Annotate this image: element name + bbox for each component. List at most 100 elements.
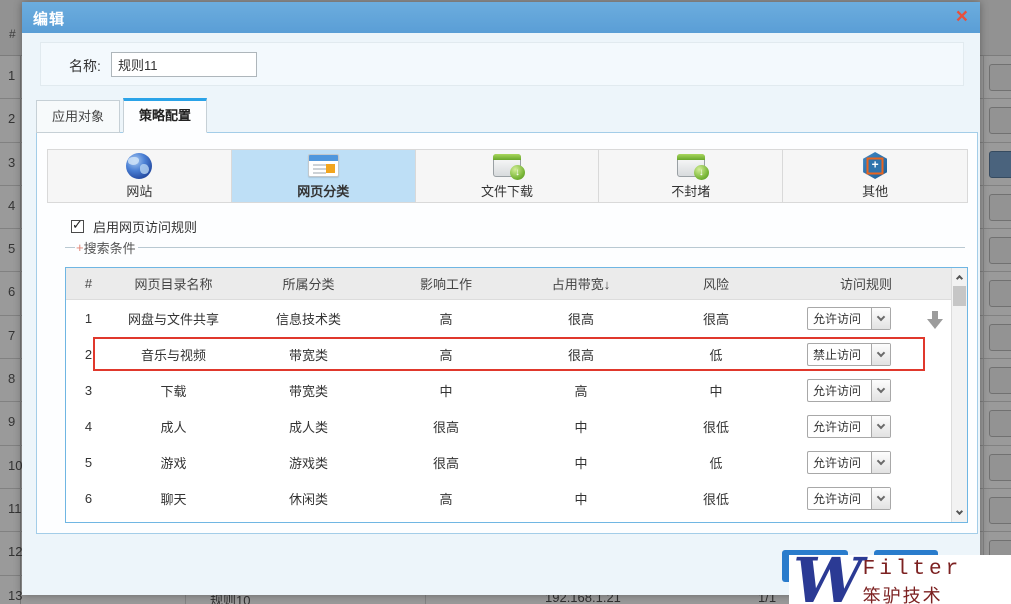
table-inner: # 网页目录名称 所属分类 影响工作 占用带宽↓ 风险 访问规则 1 网盘与文件… (66, 268, 951, 522)
tab-application-object[interactable]: 应用对象 (36, 100, 120, 133)
globe-icon (126, 153, 152, 179)
cell-directory-name: 网盘与文件共享 (111, 309, 236, 328)
icon-tab-label: 不封堵 (671, 181, 710, 200)
icon-tab-文件下载[interactable]: 文件下载 (416, 150, 600, 202)
cell-bandwidth: 很高 (511, 309, 651, 328)
access-rule-value: 允许访问 (808, 416, 871, 437)
cell-risk: 很高 (651, 309, 781, 328)
cell-risk: 很低 (651, 489, 781, 508)
table-header-row: # 网页目录名称 所属分类 影响工作 占用带宽↓ 风险 访问规则 (66, 268, 951, 300)
access-rule-value: 允许访问 (808, 452, 871, 473)
icon-tab-label: 文件下载 (481, 181, 533, 200)
cell-impact: 很高 (381, 417, 511, 436)
enable-rule-checkbox-row[interactable]: 启用网页访问规则 (71, 217, 197, 236)
category-table: # 网页目录名称 所属分类 影响工作 占用带宽↓ 风险 访问规则 1 网盘与文件… (65, 267, 968, 523)
page: # 1 2 3 4 5 6 7 8 9 10 (0, 0, 1011, 604)
access-rule-value: 禁止访问 (808, 344, 871, 365)
chevron-down-icon[interactable] (871, 308, 890, 329)
chevron-down-icon[interactable] (871, 380, 890, 401)
cell-access-rule: 禁止访问 (781, 343, 951, 366)
table-row: 1 网盘与文件共享 信息技术类 高 很高 很高 允许访问 (66, 300, 951, 336)
cell-access-rule: 允许访问 (781, 379, 951, 402)
access-rule-select[interactable]: 禁止访问 (807, 343, 891, 366)
expand-plus-icon[interactable]: + (75, 240, 84, 255)
tab-bar: 应用对象 策略配置 (36, 98, 210, 133)
icon-tab-label: 其他 (862, 181, 888, 200)
wfilter-watermark: W Filter 笨驴技术 (789, 555, 1011, 604)
icon-tab-label: 网页分类 (297, 181, 349, 200)
col-header-num: # (66, 276, 111, 291)
name-input[interactable] (111, 52, 257, 77)
other-hexagon-icon (863, 152, 887, 179)
cell-access-rule: 允许访问 (781, 415, 951, 438)
cell-category: 带宽类 (236, 381, 381, 400)
cell-impact: 高 (381, 345, 511, 364)
col-header-bandwidth[interactable]: 占用带宽↓ (511, 274, 651, 293)
cell-row-number: 4 (66, 419, 111, 434)
cell-impact: 中 (381, 381, 511, 400)
chevron-down-icon[interactable] (871, 488, 890, 509)
cell-directory-name: 音乐与视频 (111, 345, 236, 364)
move-down-icon[interactable] (927, 311, 943, 329)
chevron-down-icon[interactable] (871, 344, 890, 365)
cell-bandwidth: 高 (511, 381, 651, 400)
cell-bandwidth: 中 (511, 489, 651, 508)
name-panel: 名称: (40, 42, 964, 86)
legend-line (138, 247, 965, 248)
col-header-directory[interactable]: 网页目录名称 (111, 274, 236, 293)
scrollbar-thumb[interactable] (953, 286, 966, 306)
chevron-down-icon[interactable] (871, 416, 890, 437)
access-rule-select[interactable]: 允许访问 (807, 451, 891, 474)
access-rule-select[interactable]: 允许访问 (807, 379, 891, 402)
cell-risk: 很低 (651, 417, 781, 436)
table-row: 4 成人 成人类 很高 中 很低 允许访问 (66, 408, 951, 444)
cell-risk: 低 (651, 345, 781, 364)
access-rule-value: 允许访问 (808, 488, 871, 509)
chevron-down-icon[interactable] (871, 452, 890, 473)
watermark-company: 笨驴技术 (863, 582, 963, 604)
search-conditions-legend[interactable]: + 搜索条件 (65, 238, 965, 257)
cell-impact: 高 (381, 489, 511, 508)
watermark-brand: Filter (863, 558, 963, 581)
webpage-category-icon (308, 154, 339, 177)
icon-tab-strip: 网站 网页分类 文件下载 不封堵 其他 (47, 149, 968, 203)
cell-directory-name: 聊天 (111, 489, 236, 508)
table-scrollbar[interactable] (951, 268, 967, 522)
cell-category: 游戏类 (236, 453, 381, 472)
edit-dialog: 编辑 × 名称: 应用对象 策略配置 网站 网页分类 文件下载 不封堵 其他 (22, 2, 980, 595)
checkbox-icon[interactable] (71, 220, 84, 233)
icon-tab-label: 网站 (126, 181, 152, 200)
cell-category: 成人类 (236, 417, 381, 436)
cell-category: 信息技术类 (236, 309, 381, 328)
table-row: 2 音乐与视频 带宽类 高 很高 低 禁止访问 (66, 336, 951, 372)
table-row: 3 下载 带宽类 中 高 中 允许访问 (66, 372, 951, 408)
scroll-down-icon[interactable] (952, 505, 967, 521)
col-header-risk[interactable]: 风险 (651, 274, 781, 293)
access-rule-select[interactable]: 允许访问 (807, 415, 891, 438)
cell-impact: 高 (381, 309, 511, 328)
legend-label: 搜索条件 (84, 238, 138, 257)
icon-tab-网站[interactable]: 网站 (48, 150, 232, 202)
access-rule-value: 允许访问 (808, 308, 871, 329)
table-body: 1 网盘与文件共享 信息技术类 高 很高 很高 允许访问 2 音乐与视频 带宽类… (66, 300, 951, 516)
col-header-category[interactable]: 所属分类 (236, 274, 381, 293)
cell-impact: 很高 (381, 453, 511, 472)
cell-row-number: 6 (66, 491, 111, 506)
cell-row-number: 1 (66, 311, 111, 326)
access-rule-select[interactable]: 允许访问 (807, 307, 891, 330)
cell-risk: 低 (651, 453, 781, 472)
tab-policy-config[interactable]: 策略配置 (123, 98, 207, 133)
icon-tab-其他[interactable]: 其他 (783, 150, 967, 202)
icon-tab-不封堵[interactable]: 不封堵 (599, 150, 783, 202)
close-icon[interactable]: × (956, 5, 968, 29)
icon-tab-网页分类[interactable]: 网页分类 (232, 150, 416, 202)
cell-risk: 中 (651, 381, 781, 400)
cell-access-rule: 允许访问 (781, 487, 951, 510)
scroll-up-icon[interactable] (952, 269, 967, 285)
dialog-title: 编辑 (33, 8, 65, 29)
access-rule-select[interactable]: 允许访问 (807, 487, 891, 510)
name-label: 名称: (69, 56, 101, 76)
col-header-impact[interactable]: 影响工作 (381, 274, 511, 293)
policy-config-panel: 网站 网页分类 文件下载 不封堵 其他 启用网页访问规则 + 搜索条件 (36, 132, 978, 534)
enable-rule-label: 启用网页访问规则 (93, 217, 197, 236)
